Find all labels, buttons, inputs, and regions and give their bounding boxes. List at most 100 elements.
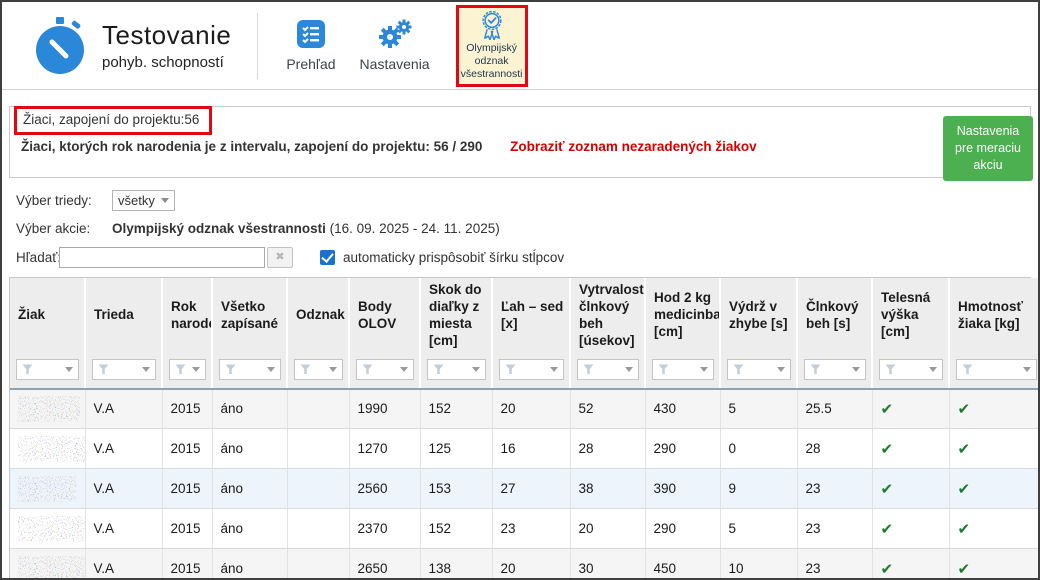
- table-cell: 9: [720, 469, 797, 509]
- column-filter[interactable]: [219, 359, 281, 380]
- autofit-label: automaticky prispôsobiť šírku stĺpcov: [343, 250, 564, 265]
- column-header[interactable]: Rok narodenia: [162, 278, 212, 354]
- filter-funnel-icon: [362, 364, 373, 375]
- check-icon: ✔: [949, 469, 1040, 509]
- table-cell: [287, 469, 349, 509]
- table-cell: [287, 549, 349, 580]
- chevron-down-icon: [852, 367, 860, 372]
- app-title: Testovanie: [102, 20, 231, 51]
- table-cell: 290: [645, 429, 720, 469]
- filter-funnel-icon: [505, 364, 516, 375]
- check-icon: ✔: [872, 429, 949, 469]
- table-row[interactable]: V.A2015áno265013820304501023✔✔: [10, 549, 1040, 580]
- students-count-highlight: Žiaci, zapojení do projektu:56: [14, 106, 212, 135]
- check-icon: ✔: [949, 549, 1040, 580]
- redacted-name-blur: [18, 436, 85, 462]
- check-icon: ✔: [872, 469, 949, 509]
- column-filter[interactable]: [16, 359, 79, 380]
- column-header[interactable]: Odznak: [287, 278, 349, 354]
- action-value: Olympijský odznak všestrannosti: [112, 221, 326, 236]
- table-cell: V.A: [85, 389, 162, 429]
- table-row[interactable]: V.A2015áno23701522320290523✔✔: [10, 509, 1040, 549]
- column-filter[interactable]: [499, 359, 564, 380]
- class-select-value: všetky: [118, 193, 155, 208]
- filter-funnel-icon: [175, 364, 186, 375]
- table-cell: 23: [797, 469, 872, 509]
- column-filter-cell: [85, 354, 162, 389]
- column-header[interactable]: Vytrvalostný člnkový beh [úsekov]: [570, 278, 645, 354]
- table-row[interactable]: V.A2015áno12701251628290028✔✔: [10, 429, 1040, 469]
- table-cell: V.A: [85, 509, 162, 549]
- column-header[interactable]: Hmotnosť žiaka [kg]: [949, 278, 1040, 354]
- student-name-cell-redacted: [10, 429, 85, 469]
- column-filter[interactable]: [356, 359, 414, 380]
- column-filter[interactable]: [169, 359, 206, 380]
- column-header[interactable]: Ľah – sed [x]: [492, 278, 570, 354]
- column-filter-cell: [645, 354, 720, 389]
- column-filter[interactable]: [727, 359, 791, 380]
- table-cell: 27: [492, 469, 570, 509]
- table-cell: 20: [492, 549, 570, 580]
- column-header[interactable]: Trieda: [85, 278, 162, 354]
- nav-item-nastavenia[interactable]: Nastavenia: [360, 19, 430, 72]
- table-row[interactable]: V.A2015áno19901522052430525.5✔✔: [10, 389, 1040, 429]
- column-header[interactable]: Všetko zapísané: [212, 278, 287, 354]
- redacted-name-blur: [18, 556, 85, 580]
- check-icon: ✔: [872, 509, 949, 549]
- chevron-down-icon: [142, 367, 150, 372]
- filter-funnel-icon: [22, 364, 33, 375]
- nav-item-olympijsky-odznak[interactable]: Olympijský odznak všestrannosti: [456, 5, 528, 87]
- nav-item-prehlad[interactable]: Prehľad: [286, 19, 335, 72]
- table-cell: [287, 429, 349, 469]
- column-filter[interactable]: [577, 359, 639, 380]
- redacted-name-blur: [18, 396, 80, 422]
- app-window: Testovanie pohyb. schopností Prehľad: [0, 0, 1040, 580]
- table-cell: 10: [720, 549, 797, 580]
- table-cell: 30: [570, 549, 645, 580]
- column-filter[interactable]: [956, 359, 1037, 380]
- table-cell: 52: [570, 389, 645, 429]
- column-filter-cell: [287, 354, 349, 389]
- redacted-name-blur: [18, 516, 85, 542]
- column-header[interactable]: Telesná výška [cm]: [872, 278, 949, 354]
- column-filter[interactable]: [879, 359, 943, 380]
- check-icon: ✔: [872, 389, 949, 429]
- student-name-cell-redacted: [10, 549, 85, 580]
- students-count-label: Žiaci, zapojení do projektu:: [23, 112, 184, 127]
- column-header[interactable]: Žiak: [10, 278, 85, 354]
- column-header[interactable]: Výdrž v zhybe [s]: [720, 278, 797, 354]
- table-cell: 1990: [349, 389, 420, 429]
- column-header[interactable]: Člnkový beh [s]: [797, 278, 872, 354]
- nav-label-prehlad: Prehľad: [286, 56, 335, 72]
- show-unassigned-link[interactable]: Zobraziť zoznam nezaradených žiakov: [510, 139, 757, 154]
- overview-list-icon: [296, 19, 326, 49]
- column-filter[interactable]: [804, 359, 866, 380]
- table-header-row: ŽiakTriedaRok narodeniaVšetko zapísanéOd…: [10, 278, 1040, 354]
- table-cell: 2015: [162, 429, 212, 469]
- column-filter[interactable]: [294, 359, 343, 380]
- class-select[interactable]: všetky: [112, 190, 175, 211]
- settings-gears-icon: [378, 19, 412, 49]
- column-filter[interactable]: [92, 359, 156, 380]
- column-header[interactable]: Body OLOV: [349, 278, 420, 354]
- table-cell: 5: [720, 389, 797, 429]
- column-header[interactable]: Skok do diaľky z miesta [cm]: [420, 278, 492, 354]
- filter-funnel-icon: [300, 364, 311, 375]
- redacted-name-blur: [18, 476, 76, 502]
- search-input[interactable]: [59, 247, 265, 268]
- medal-rosette-icon: [475, 10, 509, 41]
- table-cell: 2560: [349, 469, 420, 509]
- autofit-checkbox[interactable]: [320, 250, 335, 265]
- table-cell: 2015: [162, 509, 212, 549]
- clear-search-icon[interactable]: ✖: [267, 247, 293, 268]
- column-filter-cell: [872, 354, 949, 389]
- measurement-settings-button[interactable]: Nastavenia pre meraciu akciu: [943, 116, 1033, 181]
- table-cell: 153: [420, 469, 492, 509]
- column-filter-cell: [797, 354, 872, 389]
- table-cell: [287, 389, 349, 429]
- column-filter[interactable]: [652, 359, 714, 380]
- column-header[interactable]: Hod 2 kg medicinbal [cm]: [645, 278, 720, 354]
- filter-funnel-icon: [885, 364, 896, 375]
- column-filter[interactable]: [427, 359, 486, 380]
- table-row[interactable]: V.A2015áno25601532738390923✔✔: [10, 469, 1040, 509]
